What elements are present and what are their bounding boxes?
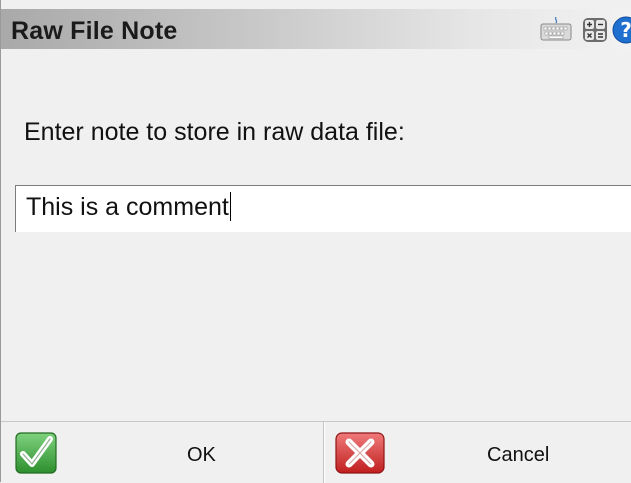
- note-input[interactable]: This is a comment: [15, 185, 631, 232]
- raw-file-note-dialog: Raw File Note ? Enter note to store in r…: [0, 0, 631, 483]
- close-icon: [335, 431, 385, 480]
- keyboard-icon[interactable]: [540, 16, 572, 46]
- help-icon[interactable]: ?: [612, 15, 631, 50]
- button-bar: OK Cancel: [1, 421, 631, 483]
- note-prompt-label: Enter note to store in raw data file:: [24, 118, 405, 146]
- note-input-text: This is a comment: [26, 193, 229, 221]
- checkmark-icon: [15, 431, 57, 480]
- svg-text:?: ?: [620, 18, 631, 42]
- ok-button[interactable]: OK: [1, 422, 324, 483]
- title-bar: Raw File Note ?: [1, 9, 631, 49]
- ok-button-label: OK: [187, 444, 216, 466]
- calculator-icon[interactable]: [582, 17, 608, 48]
- window-title: Raw File Note: [11, 17, 178, 45]
- cancel-button[interactable]: Cancel: [325, 422, 631, 483]
- note-input-value[interactable]: This is a comment: [26, 192, 231, 222]
- text-caret: [229, 192, 231, 221]
- cancel-button-label: Cancel: [487, 444, 550, 466]
- button-divider: [323, 422, 324, 483]
